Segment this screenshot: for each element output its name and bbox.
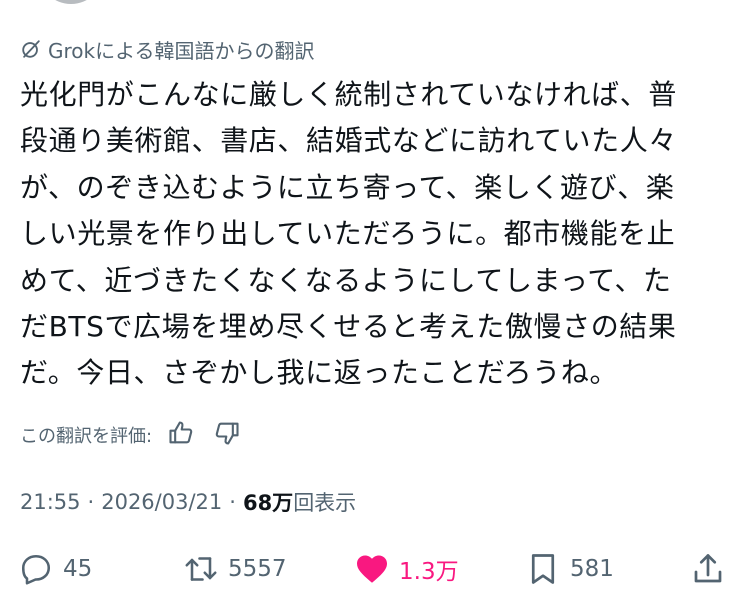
repost-button[interactable]: 5557 — [183, 549, 287, 589]
meta-separator: · — [87, 490, 95, 514]
views-count[interactable]: 68万 — [243, 487, 293, 517]
thumbs-down-button[interactable] — [210, 418, 244, 452]
repost-icon — [183, 551, 219, 587]
translation-text[interactable]: Grokによる韓国語からの翻訳 — [48, 35, 315, 64]
thumbs-up-icon — [167, 419, 195, 452]
reply-count: 45 — [63, 556, 93, 582]
like-count: 1.3万 — [399, 559, 459, 585]
action-bar: 45 5557 1.3万 581 — [0, 549, 750, 589]
post-text-line: しい光景を作り出していただろうに。都市機能を止 — [20, 217, 676, 251]
post-text-line: 光化門がこんなに厳しく統制されていなければ、普 — [20, 78, 677, 111]
post-meta: 21:55 · 2026/03/21 · 68万 回表示 — [20, 486, 356, 518]
bookmark-count: 581 — [570, 556, 614, 582]
bookmark-button[interactable]: 581 — [525, 549, 614, 589]
thumbs-up-button[interactable] — [164, 418, 198, 452]
bookmark-icon — [525, 551, 561, 587]
share-button[interactable] — [690, 549, 726, 589]
reply-button[interactable]: 45 — [18, 549, 92, 589]
avatar[interactable] — [38, 0, 104, 4]
post-time[interactable]: 21:55 — [20, 490, 81, 514]
repost-count: 5557 — [228, 556, 287, 582]
translation-label: Grokによる韓国語からの翻訳 — [20, 34, 315, 64]
heart-icon — [354, 551, 390, 587]
post-date[interactable]: 2026/03/21 — [101, 490, 222, 514]
post-text: 光化門がこんなに厳しく統制されていなければ、普 段通り美術館、書店、結婚式などに… — [20, 72, 720, 397]
views-label[interactable]: 回表示 — [293, 487, 356, 517]
rate-translation-label: この翻訳を評価: — [20, 426, 153, 447]
post-text-line: 段通り美術館、書店、結婚式などに訪れていた人々 — [20, 124, 677, 158]
thumbs-down-icon — [213, 419, 241, 452]
post-text-line: だBTSで広場を埋め尽くせると考えた傲慢さの結果 — [20, 309, 677, 343]
reply-icon — [18, 551, 54, 587]
like-button[interactable]: 1.3万 — [354, 549, 459, 589]
post-text-line: めて、近づきたくなくなるようにしてしまって、た — [20, 263, 672, 297]
rate-translation: この翻訳を評価: — [20, 418, 244, 452]
grok-icon — [20, 38, 42, 60]
post-text-line: だ。今日、さぞかし我に返ったことだろうね。 — [20, 356, 619, 390]
post-text-line: が、のぞき込むように立ち寄って、楽しく遊び、楽 — [20, 170, 675, 204]
share-icon — [690, 551, 726, 587]
meta-separator: · — [229, 490, 236, 514]
